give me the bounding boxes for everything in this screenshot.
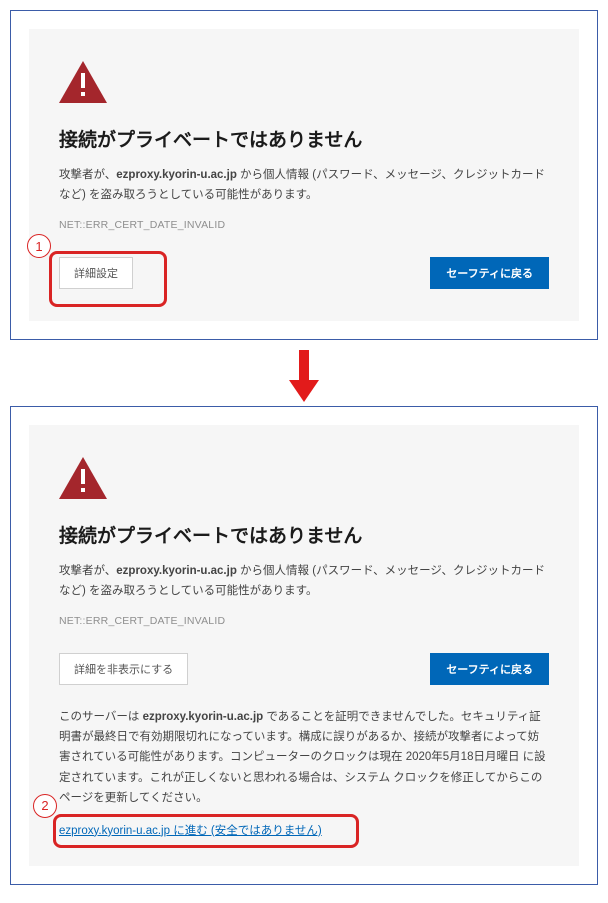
back-to-safety-button[interactable]: セーフティに戻る — [430, 653, 549, 685]
host-name: ezproxy.kyorin-u.ac.jp — [116, 565, 237, 577]
warning-body-text: 攻撃者が、ezproxy.kyorin-u.ac.jp から個人情報 (パスワー… — [59, 166, 549, 205]
callout-number-1: 1 — [27, 234, 51, 258]
body-prefix: 攻撃者が、 — [59, 169, 116, 181]
detail-suffix: であることを証明できませんでした。セキュリティ証明書が最終日で有効期限切れになっ… — [59, 711, 546, 804]
proceed-unsafe-link[interactable]: ezproxy.kyorin-u.ac.jp に進む (安全ではありません) — [59, 822, 322, 838]
down-arrow-icon — [10, 348, 598, 406]
detail-host: ezproxy.kyorin-u.ac.jp — [143, 711, 264, 723]
panel-2-body: 接続がプライベートではありません 攻撃者が、ezproxy.kyorin-u.a… — [29, 425, 579, 866]
back-to-safety-button[interactable]: セーフティに戻る — [430, 257, 549, 289]
page-title: 接続がプライベートではありません — [59, 521, 549, 548]
body-prefix: 攻撃者が、 — [59, 565, 116, 577]
panel-1-body: 接続がプライベートではありません 攻撃者が、ezproxy.kyorin-u.a… — [29, 29, 579, 321]
error-code: NET::ERR_CERT_DATE_INVALID — [59, 615, 549, 627]
button-row: 詳細を非表示にする セーフティに戻る — [59, 653, 549, 685]
host-name: ezproxy.kyorin-u.ac.jp — [116, 169, 237, 181]
detail-text: このサーバーは ezproxy.kyorin-u.ac.jp であることを証明で… — [59, 707, 549, 808]
warning-triangle-icon — [59, 457, 549, 499]
advanced-button[interactable]: 詳細設定 — [59, 257, 133, 289]
warning-triangle-icon — [59, 61, 549, 103]
warning-panel-1: 接続がプライベートではありません 攻撃者が、ezproxy.kyorin-u.a… — [10, 10, 598, 340]
hide-details-button[interactable]: 詳細を非表示にする — [59, 653, 188, 685]
button-row: 詳細設定 セーフティに戻る — [59, 257, 549, 289]
page-title: 接続がプライベートではありません — [59, 125, 549, 152]
warning-body-text: 攻撃者が、ezproxy.kyorin-u.ac.jp から個人情報 (パスワー… — [59, 562, 549, 601]
detail-prefix: このサーバーは — [59, 711, 143, 723]
callout-number-2: 2 — [33, 794, 57, 818]
warning-panel-2: 接続がプライベートではありません 攻撃者が、ezproxy.kyorin-u.a… — [10, 406, 598, 885]
error-code: NET::ERR_CERT_DATE_INVALID — [59, 219, 549, 231]
